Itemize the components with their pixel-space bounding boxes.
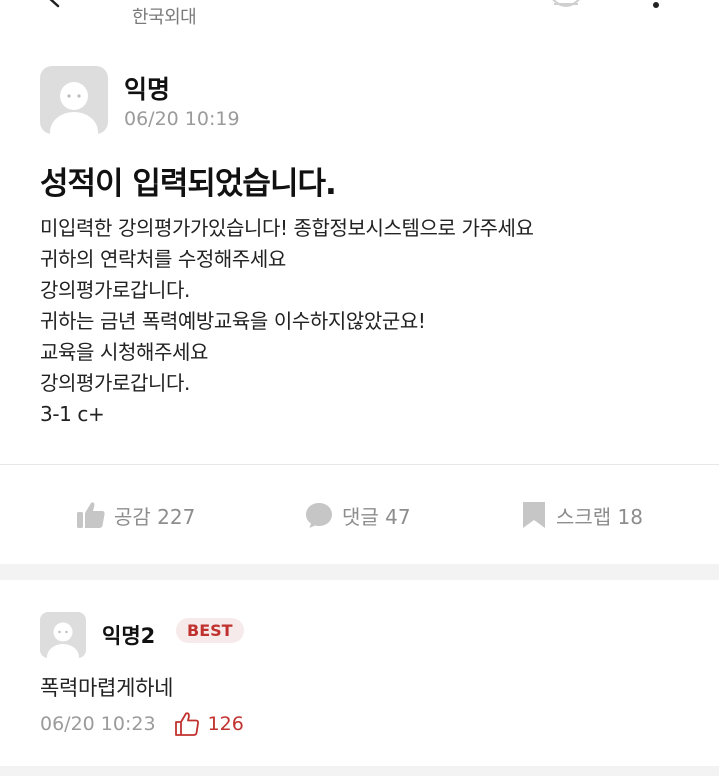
board-name: 한국외대 bbox=[132, 7, 197, 28]
comment-button[interactable]: 댓글 47 bbox=[304, 466, 411, 564]
post-author: 익명 bbox=[124, 75, 171, 104]
post-body-line: 교육을 시청해주세요 bbox=[40, 340, 208, 364]
post-body-line: 강의평가로갑니다. bbox=[40, 278, 190, 302]
back-arrow-icon[interactable] bbox=[42, 0, 64, 8]
section-separator bbox=[0, 766, 719, 776]
post-date: 06/20 10:19 bbox=[124, 108, 240, 130]
post-body-line: 귀하는 금년 폭력예방교육을 이수하지않았군요! bbox=[40, 309, 426, 333]
divider bbox=[0, 464, 719, 465]
thumbs-up-icon[interactable] bbox=[174, 711, 200, 737]
comment-count: 댓글 47 bbox=[342, 504, 411, 529]
top-right-icon[interactable] bbox=[546, 0, 586, 14]
post-title: 성적이 입력되었습니다. bbox=[40, 166, 337, 202]
more-dots-icon[interactable] bbox=[652, 1, 660, 9]
comment-like-count: 126 bbox=[207, 713, 244, 735]
comment-text: 폭력마렵게하네 bbox=[40, 676, 174, 700]
default-avatar-icon bbox=[47, 622, 79, 658]
post-body-line: 미입력한 강의평가가있습니다! 종합정보시스템으로 가주세요 bbox=[40, 216, 534, 240]
best-badge: BEST bbox=[176, 618, 244, 643]
scrap-count: 스크랩 18 bbox=[556, 504, 644, 529]
scrap-button[interactable]: 스크랩 18 bbox=[520, 466, 643, 564]
section-separator bbox=[0, 564, 719, 580]
top-bar: 한국외대 bbox=[0, 0, 719, 30]
default-avatar-icon bbox=[50, 82, 98, 134]
bookmark-icon bbox=[523, 502, 545, 528]
comment-date: 06/20 10:23 bbox=[40, 713, 156, 735]
comment-item: 익명2 BEST 폭력마렵게하네 06/20 10:23 126 bbox=[40, 608, 700, 758]
avatar bbox=[40, 66, 108, 134]
like-button[interactable]: 공감 227 bbox=[76, 466, 195, 564]
comment-meta: 06/20 10:23 126 bbox=[40, 710, 244, 738]
post-body-line: 귀하의 연락처를 수정해주세요 bbox=[40, 247, 286, 271]
thumbs-up-icon bbox=[77, 502, 105, 528]
comment-author: 익명2 bbox=[102, 624, 156, 648]
post-body-line: 3-1 c+ bbox=[40, 402, 105, 426]
post-body: 미입력한 강의평가가있습니다! 종합정보시스템으로 가주세요 귀하의 연락처를 … bbox=[40, 213, 700, 430]
post-body-line: 강의평가로갑니다. bbox=[40, 371, 190, 395]
post-action-bar: 공감 227 댓글 47 스크랩 18 bbox=[0, 466, 719, 564]
comment-avatar bbox=[40, 612, 86, 658]
speech-bubble-icon bbox=[306, 503, 332, 528]
like-count: 공감 227 bbox=[114, 504, 196, 529]
